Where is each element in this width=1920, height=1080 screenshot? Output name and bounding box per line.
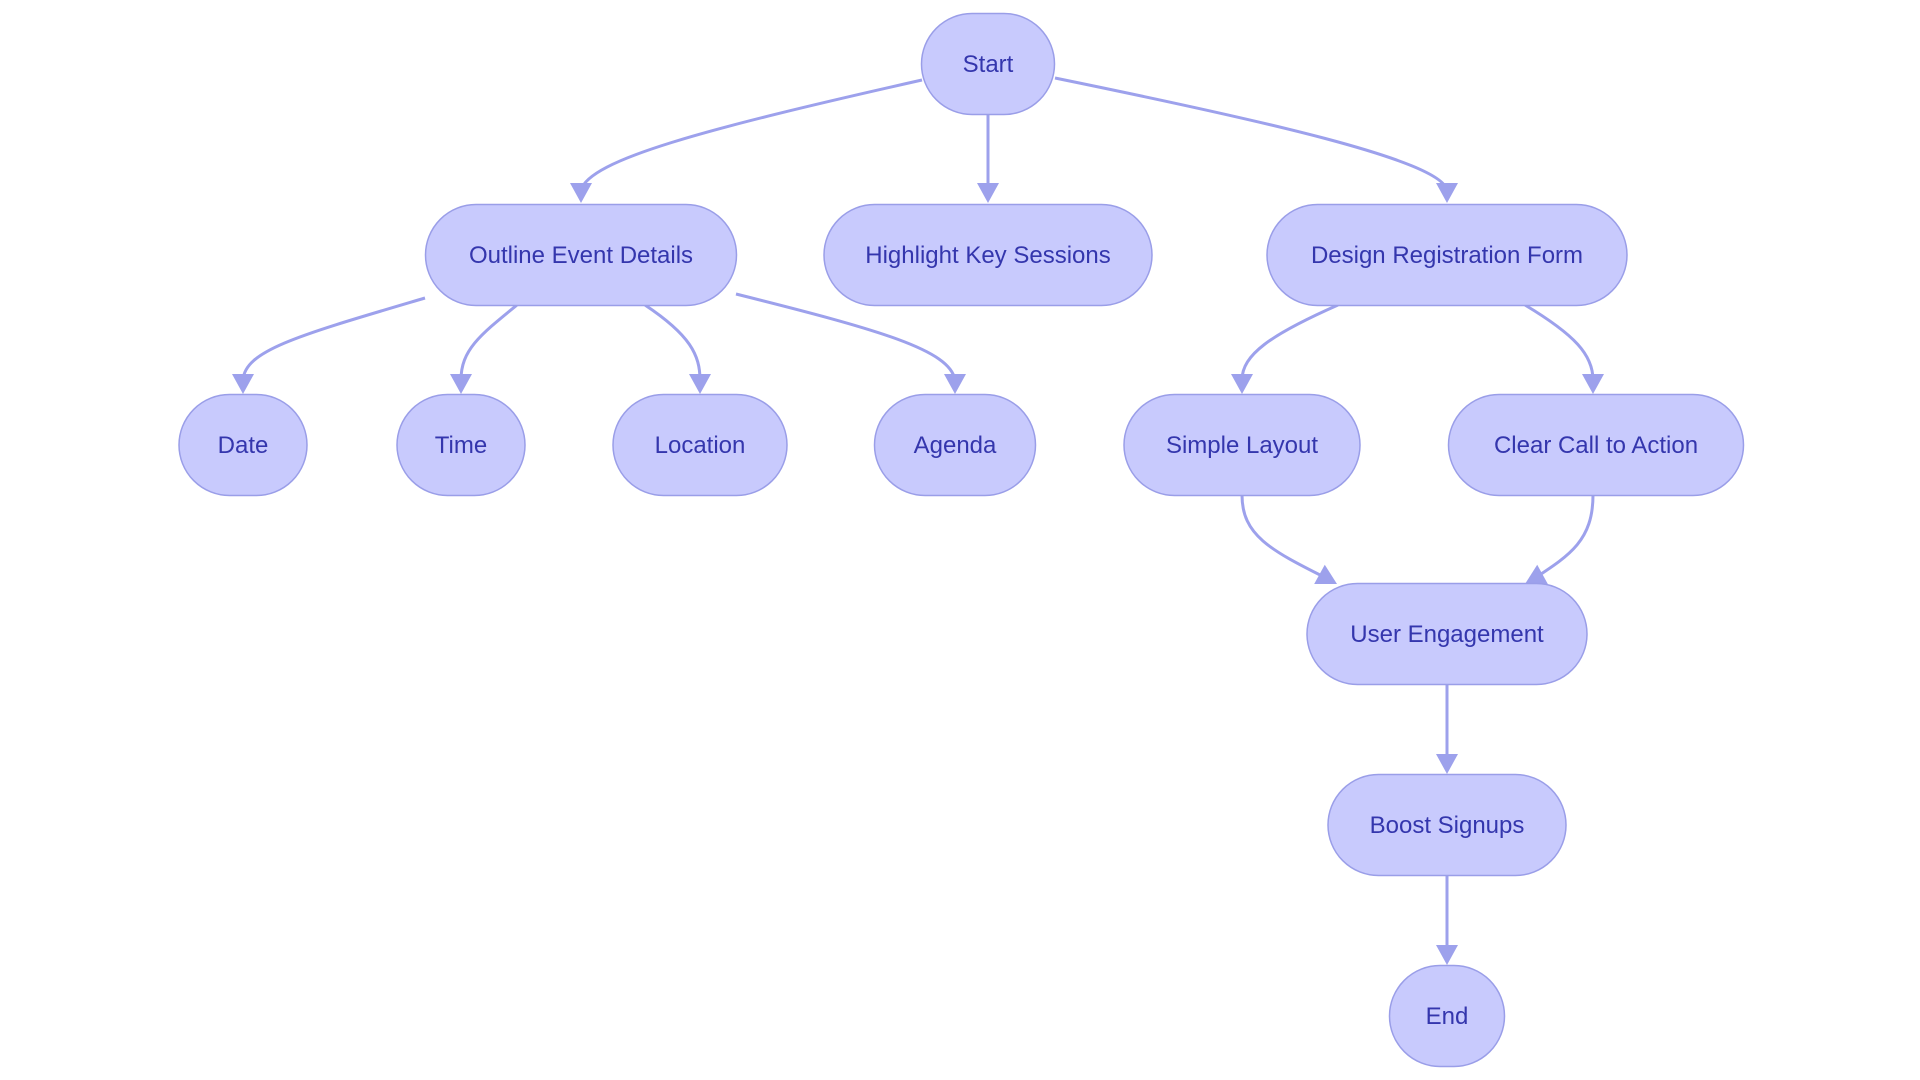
arrowhead-icon xyxy=(944,374,966,394)
node-end[interactable]: End xyxy=(1388,964,1506,1068)
arrowhead-icon xyxy=(689,374,711,394)
edge-outline-to-date xyxy=(232,296,426,394)
edge-outline-to-time xyxy=(450,303,518,394)
node-label: Design Registration Form xyxy=(1311,242,1583,269)
node-date[interactable]: Date xyxy=(178,393,308,497)
edge-line xyxy=(241,296,426,381)
node-label: Simple Layout xyxy=(1166,432,1318,459)
edge-line xyxy=(1534,494,1595,580)
edge-line xyxy=(1524,303,1595,381)
edge-line xyxy=(459,303,518,381)
node-label: Highlight Key Sessions xyxy=(865,242,1110,269)
edge-outline-to-agenda xyxy=(735,292,966,394)
edge-start-to-design xyxy=(1054,76,1458,203)
node-location[interactable]: Location xyxy=(612,393,788,497)
edge-cta-to-engagement xyxy=(1525,494,1595,584)
arrowhead-icon xyxy=(1436,183,1458,203)
arrowhead-icon xyxy=(1436,754,1458,774)
node-boost[interactable]: Boost Signups xyxy=(1327,773,1567,877)
arrowhead-icon xyxy=(1231,374,1253,394)
edge-outline-to-location xyxy=(644,303,711,394)
edge-line xyxy=(644,303,702,381)
node-cta[interactable]: Clear Call to Action xyxy=(1447,393,1745,497)
node-label: Date xyxy=(218,432,269,459)
flowchart-canvas: Start Outline Event Details Highlight Key … xyxy=(178,12,1745,1068)
edge-start-to-outline xyxy=(570,78,923,203)
edge-engagement-to-boost xyxy=(1436,685,1458,774)
node-label: Boost Signups xyxy=(1370,812,1525,839)
arrowhead-icon xyxy=(1582,374,1604,394)
edge-line xyxy=(1054,76,1449,191)
node-label: End xyxy=(1426,1003,1469,1030)
node-label: Time xyxy=(435,432,487,459)
node-outline[interactable]: Outline Event Details xyxy=(424,203,738,307)
arrowhead-icon xyxy=(570,183,592,203)
edge-simple-to-engagement xyxy=(1240,494,1337,584)
node-agenda[interactable]: Agenda xyxy=(873,393,1037,497)
edge-boost-to-end xyxy=(1436,875,1458,965)
node-label: User Engagement xyxy=(1350,621,1544,648)
edge-design-to-simple xyxy=(1231,303,1339,394)
edge-line xyxy=(1240,303,1339,381)
node-start[interactable]: Start xyxy=(920,12,1056,116)
node-engagement[interactable]: User Engagement xyxy=(1306,582,1588,686)
node-label: Location xyxy=(655,432,746,459)
node-label: Clear Call to Action xyxy=(1494,432,1698,459)
arrowhead-icon xyxy=(450,374,472,394)
nodes-layer: Start Outline Event Details Highlight Key … xyxy=(178,12,1745,1068)
node-simple[interactable]: Simple Layout xyxy=(1123,393,1361,497)
edge-design-to-cta xyxy=(1524,303,1604,394)
edge-line xyxy=(1240,494,1327,580)
arrowhead-icon xyxy=(232,374,254,394)
node-time[interactable]: Time xyxy=(396,393,526,497)
node-label: Agenda xyxy=(914,432,997,459)
arrowhead-icon xyxy=(977,183,999,203)
node-label: Start xyxy=(963,51,1014,78)
node-highlight[interactable]: Highlight Key Sessions xyxy=(823,203,1153,307)
edge-line xyxy=(579,78,923,191)
edge-line xyxy=(735,292,957,381)
node-label: Outline Event Details xyxy=(469,242,693,269)
arrowhead-icon xyxy=(1525,564,1548,584)
node-design[interactable]: Design Registration Form xyxy=(1266,203,1628,307)
edge-start-to-highlight xyxy=(977,115,999,203)
arrowhead-icon xyxy=(1436,945,1458,965)
